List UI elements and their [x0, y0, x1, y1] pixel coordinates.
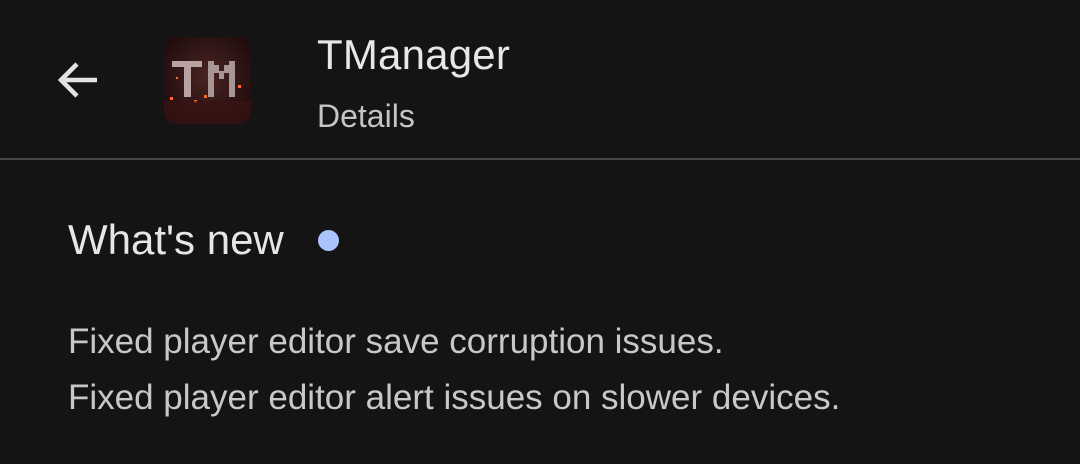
header-divider: [0, 158, 1080, 160]
whats-new-heading: What's new: [68, 214, 339, 266]
release-notes: Fixed player editor save corruption issu…: [68, 314, 840, 426]
release-note-line: Fixed player editor alert issues on slow…: [68, 378, 841, 417]
app-icon: [164, 37, 251, 124]
details-page: TManager Details What's new Fixed player…: [0, 0, 1080, 464]
release-note-line: Fixed player editor save corruption issu…: [68, 322, 724, 361]
arrow-left-icon: [57, 62, 97, 98]
app-title: TManager: [317, 31, 511, 78]
whats-new-title: What's new: [68, 216, 284, 263]
new-indicator-dot: [317, 229, 339, 251]
page-subtitle: Details: [317, 98, 415, 134]
app-bar: TManager Details: [0, 0, 1080, 160]
back-button[interactable]: [38, 40, 118, 120]
